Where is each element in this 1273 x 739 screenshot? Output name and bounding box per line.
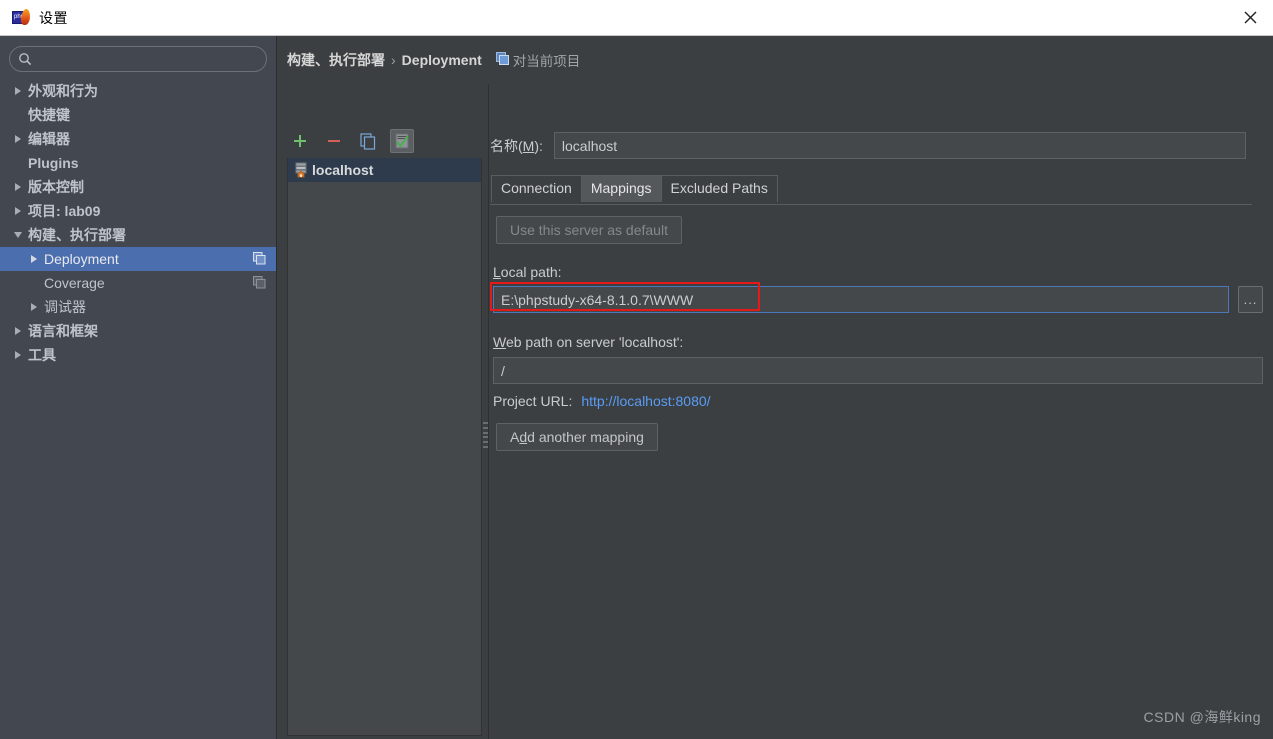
project-url-row: Project URL: http://localhost:8080/	[493, 393, 711, 409]
chevron-right-icon[interactable]	[10, 207, 26, 215]
sidebar-item-[interactable]: 快捷键	[0, 103, 276, 127]
server-list-item-localhost[interactable]: localhost	[288, 158, 481, 182]
project-url-link[interactable]: http://localhost:8080/	[581, 393, 710, 409]
sidebar-item-[interactable]: 外观和行为	[0, 79, 276, 103]
settings-sidebar: 外观和行为快捷键编辑器 Plugins 版本控制项目: lab09 构建、执行部署 De…	[0, 36, 277, 739]
sidebar-item-[interactable]: 调试器	[0, 295, 276, 319]
chevron-right-icon[interactable]	[10, 87, 26, 95]
add-server-button[interactable]	[288, 129, 312, 153]
web-path-input[interactable]	[493, 357, 1263, 384]
panel-splitter[interactable]	[482, 84, 489, 739]
local-path-input[interactable]	[493, 286, 1229, 313]
sidebar-item-[interactable]: 编辑器	[0, 127, 276, 151]
sidebar-item-label: 快捷键	[28, 107, 70, 123]
settings-tabs: Connection Mappings Excluded Paths	[491, 175, 778, 202]
local-path-label: Local path:	[493, 264, 562, 280]
chevron-right-icon[interactable]	[26, 303, 42, 311]
sidebar-item-coverage[interactable]: Coverage	[0, 271, 276, 295]
sidebar-item-label: 外观和行为	[28, 83, 98, 99]
remove-server-button[interactable]	[322, 129, 346, 153]
use-this-server-as-default-button[interactable]: Use this server as default	[496, 216, 682, 244]
window-titlebar: 设置	[0, 0, 1273, 36]
name-row: 名称(M):	[490, 132, 1265, 159]
chevron-down-icon[interactable]	[10, 232, 26, 238]
sidebar-item-label: 语言和框架	[28, 323, 98, 339]
search-input[interactable]	[38, 52, 258, 66]
tab-mappings[interactable]: Mappings	[580, 175, 662, 202]
copy-server-button[interactable]	[356, 129, 380, 153]
server-settings-form: 名称(M): ConnectionMappingsExcluded Paths …	[490, 92, 1265, 733]
sidebar-item-label: 版本控制	[28, 179, 84, 195]
chevron-right-icon[interactable]	[10, 351, 26, 359]
project-scope-icon	[253, 276, 266, 289]
settings-content: 构建、执行部署 › Deployment 对当前项目 localhost 名称(…	[278, 36, 1273, 739]
chevron-right-icon[interactable]	[26, 255, 42, 263]
settings-tree: 外观和行为快捷键编辑器 Plugins 版本控制项目: lab09 构建、执行部署 De…	[0, 79, 276, 367]
name-label: 名称(M):	[490, 137, 543, 154]
sidebar-item-label: 工具	[28, 347, 56, 363]
server-icon	[293, 162, 309, 181]
watermark: CSDN @海鲜king	[1143, 709, 1261, 725]
sidebar-item-label: 调试器	[44, 299, 86, 315]
server-list: localhost	[287, 158, 482, 736]
sidebar-item-[interactable]: 构建、执行部署	[0, 223, 276, 247]
copy-icon	[495, 52, 509, 68]
sidebar-item-[interactable]: 版本控制	[0, 175, 276, 199]
sidebar-item-label: Plugins	[28, 155, 79, 171]
chevron-right-icon[interactable]	[10, 183, 26, 191]
sidebar-item-lab09[interactable]: 项目: lab09	[0, 199, 276, 223]
tab-underline	[490, 204, 1252, 205]
tab-connection[interactable]: Connection	[491, 175, 582, 202]
project-url-label: Project URL:	[493, 393, 573, 409]
server-list-item-label: localhost	[312, 162, 374, 178]
search-box[interactable]	[9, 46, 267, 72]
breadcrumb-separator: ›	[391, 52, 396, 68]
sidebar-item-[interactable]: 语言和框架	[0, 319, 276, 343]
project-scope-icon	[253, 252, 266, 265]
tab-excluded-paths[interactable]: Excluded Paths	[660, 175, 778, 202]
sidebar-search-wrap	[0, 36, 276, 72]
sidebar-item-[interactable]: 工具	[0, 343, 276, 367]
chevron-right-icon[interactable]	[10, 135, 26, 143]
phpstorm-icon	[12, 8, 31, 27]
breadcrumb-scope-label: 对当前项目	[512, 54, 581, 69]
host-toolbar	[288, 126, 488, 156]
breadcrumb-root[interactable]: 构建、执行部署	[287, 50, 385, 70]
browse-local-path-button[interactable]: ...	[1238, 286, 1263, 313]
sidebar-item-label: 编辑器	[28, 131, 70, 147]
chevron-right-icon[interactable]	[10, 327, 26, 335]
sidebar-item-plugins[interactable]: Plugins	[0, 151, 276, 175]
sidebar-item-label: Coverage	[44, 275, 105, 291]
sidebar-item-label: Deployment	[44, 251, 119, 267]
breadcrumb-scope: 对当前项目	[495, 50, 581, 70]
sidebar-item-label: 项目: lab09	[28, 203, 101, 219]
breadcrumb-current: Deployment	[401, 52, 482, 68]
sidebar-item-label: 构建、执行部署	[28, 227, 126, 243]
web-path-label: Web path on server 'localhost':	[493, 334, 684, 350]
breadcrumb: 构建、执行部署 › Deployment 对当前项目	[287, 50, 580, 70]
close-icon[interactable]	[1227, 0, 1273, 35]
sidebar-item-deployment[interactable]: Deployment	[0, 247, 276, 271]
window-title: 设置	[39, 9, 68, 26]
use-as-default-button[interactable]	[390, 129, 414, 153]
server-name-input[interactable]	[553, 132, 1246, 159]
add-another-mapping-button[interactable]: Add another mapping	[496, 423, 658, 451]
search-icon	[18, 52, 32, 66]
